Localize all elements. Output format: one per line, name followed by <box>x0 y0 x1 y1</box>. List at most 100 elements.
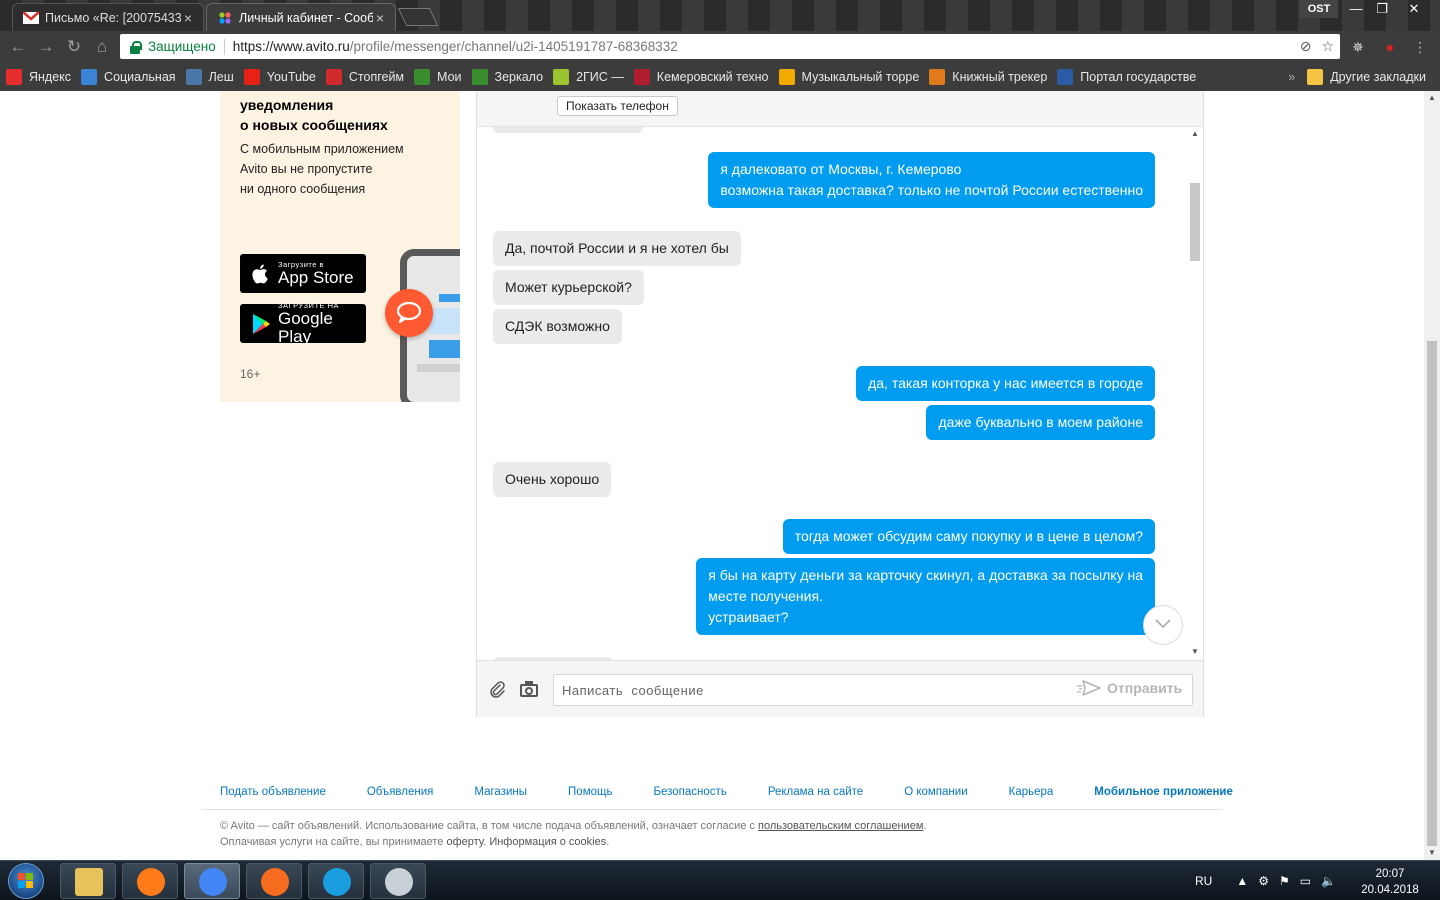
network-icon[interactable]: ▭ <box>1300 874 1311 888</box>
home-icon[interactable]: ⌂ <box>92 37 112 57</box>
taskbar-app-origin[interactable] <box>246 863 302 899</box>
system-tray: RU ▲ ⚙ ⚑ ▭ 🔈 <box>1195 867 1336 895</box>
appstore-button[interactable]: Загрузите в App Store <box>240 254 366 293</box>
stopgame-icon <box>325 68 342 85</box>
music-icon <box>778 68 795 85</box>
clock-time: 20:07 <box>1375 868 1405 880</box>
site-footer: Подать объявление Объявления Магазины Помощ… <box>202 774 1233 850</box>
menu-icon[interactable]: ⋮ <box>1410 37 1430 57</box>
bookmark-item[interactable]: Кемеровский техно <box>633 68 769 85</box>
scrollbar-thumb[interactable] <box>1190 183 1200 261</box>
taskbar-app-chrome[interactable] <box>184 863 240 899</box>
footer-link[interactable]: Магазины <box>474 786 527 798</box>
bookmark-label: Социальная <box>104 69 176 84</box>
camera-icon[interactable] <box>519 680 541 700</box>
close-window-icon[interactable]: ✕ <box>1402 0 1426 18</box>
gmail-icon <box>23 10 39 24</box>
tab-avito[interactable]: Личный кабинет - Сооб × <box>206 3 396 31</box>
tray-expand-icon[interactable]: ▲ <box>1236 874 1248 888</box>
message-text: даже буквально в моем районе <box>938 414 1143 430</box>
bookmark-item[interactable]: Музыкальный торре <box>778 68 919 85</box>
flag-icon[interactable]: ⚑ <box>1279 874 1290 888</box>
address-bar[interactable]: Защищено https://www.avito.ru /profile/m… <box>120 34 1340 59</box>
taskbar-app-explorer[interactable] <box>60 863 116 899</box>
reload-icon[interactable]: ↻ <box>64 37 84 57</box>
footer-link[interactable]: Объявления <box>367 786 434 798</box>
bookmark-label: Книжный трекер <box>952 69 1048 84</box>
footer-link[interactable]: Подать объявление <box>220 786 326 798</box>
message-text: месте получения. <box>708 588 823 604</box>
tab-close-icon[interactable]: × <box>181 10 195 26</box>
bookmark-item[interactable]: 2ГИС — <box>553 68 624 85</box>
profile-badge[interactable]: OST <box>1300 0 1338 18</box>
blocked-popup-icon[interactable]: ⊘ <box>1300 38 1312 55</box>
legal-punct: . <box>606 835 610 848</box>
web-page: уведомления о новых сообщениях С мобильн… <box>0 91 1424 860</box>
googleplay-button[interactable]: ЗАГРУЗИТЕ НА Google Play <box>240 301 366 346</box>
footer-link[interactable]: Мобильное приложение <box>1094 786 1233 798</box>
restore-icon[interactable]: ❐ <box>1370 0 1394 18</box>
taskbar-app-uplay[interactable] <box>308 863 364 899</box>
bookmark-item[interactable]: Книжный трекер <box>929 68 1048 85</box>
tab-close-icon[interactable]: × <box>373 10 387 26</box>
steam-icon[interactable]: ⚙ <box>1258 874 1269 888</box>
mirror-icon <box>471 68 488 85</box>
tracker-icon <box>414 68 431 85</box>
message-text: тогда может обсудим саму покупку и в цен… <box>794 528 1143 544</box>
footer-link[interactable]: Реклама на сайте <box>768 786 863 798</box>
extension-icon[interactable]: ✵ <box>1348 37 1368 57</box>
back-icon[interactable]: ← <box>8 37 28 57</box>
book-icon <box>929 68 946 85</box>
bookmark-item[interactable]: Яндекс <box>6 68 72 85</box>
offer-link[interactable]: оферту <box>446 836 483 848</box>
adblock-icon[interactable]: ● <box>1380 37 1400 57</box>
outgoing-message: да, такая конторка у нас имеется в город… <box>856 366 1155 401</box>
show-phone-button[interactable]: Показать телефон <box>557 96 678 116</box>
page-scrollbar[interactable]: ▲ ▼ <box>1424 91 1440 860</box>
forward-icon[interactable]: → <box>36 37 56 57</box>
send-button[interactable]: Отправить <box>1077 680 1182 696</box>
volume-icon[interactable]: 🔈 <box>1321 874 1336 888</box>
scroll-down-arrow-icon[interactable]: ▼ <box>1424 846 1440 860</box>
bookmark-item[interactable]: Мои <box>414 68 462 85</box>
bookmark-item[interactable]: Зеркало <box>471 68 543 85</box>
scroll-up-arrow-icon[interactable]: ▲ <box>1424 91 1440 105</box>
incoming-message: Очень хорошо <box>493 462 612 497</box>
footer-link[interactable]: Помощь <box>568 786 612 798</box>
footer-link[interactable]: О компании <box>904 786 967 798</box>
bookmark-item[interactable]: Портал государстве <box>1057 68 1196 85</box>
language-indicator[interactable]: RU <box>1195 874 1212 888</box>
bookmark-label: Стопгейм <box>348 69 405 84</box>
scroll-down-arrow-icon[interactable]: ▼ <box>1189 647 1201 657</box>
bookmark-label: Яндекс <box>29 69 72 84</box>
folder-icon <box>1307 68 1324 85</box>
scroll-up-arrow-icon[interactable]: ▲ <box>1189 129 1201 139</box>
scrollbar-thumb[interactable] <box>1427 341 1437 846</box>
taskbar-app-paint[interactable] <box>370 863 426 899</box>
scroll-down-button[interactable] <box>1143 605 1183 645</box>
start-button[interactable] <box>4 861 48 900</box>
taskbar-app-firefox[interactable] <box>122 863 178 899</box>
paperclip-icon[interactable] <box>487 680 507 700</box>
tab-gmail[interactable]: Письмо «Re: [20075433] × <box>12 3 204 31</box>
bookmark-item[interactable]: Леш <box>185 68 234 85</box>
message-scrollbar[interactable]: ▲ ▼ <box>1187 127 1203 660</box>
cookies-info-link[interactable]: Информация о cookies <box>489 836 606 848</box>
bookmark-item[interactable]: YouTube <box>243 68 316 85</box>
bookmark-item[interactable]: Стопгейм <box>325 68 405 85</box>
yandex-icon <box>6 68 22 85</box>
new-tab-button[interactable] <box>397 8 439 26</box>
minimize-icon[interactable]: — <box>1344 0 1368 18</box>
system-clock[interactable]: 20:07 20.04.2018 <box>1350 866 1430 898</box>
footer-link[interactable]: Безопасность <box>653 786 726 798</box>
other-bookmarks-label: Другие закладки <box>1330 69 1426 84</box>
bookmarks-overflow-icon[interactable]: » <box>1288 70 1295 84</box>
message-composer: Отправить <box>477 660 1203 717</box>
outgoing-message: даже буквально в моем районе <box>926 405 1155 440</box>
bookmark-item[interactable]: Социальная <box>81 68 176 85</box>
googleplay-label: Google Play <box>278 309 333 346</box>
other-bookmarks[interactable]: Другие закладки <box>1307 68 1426 85</box>
bookmark-star-icon[interactable]: ☆ <box>1321 38 1334 55</box>
user-agreement-link[interactable]: пользовательским соглашением <box>758 820 923 832</box>
footer-link[interactable]: Карьера <box>1009 786 1054 798</box>
